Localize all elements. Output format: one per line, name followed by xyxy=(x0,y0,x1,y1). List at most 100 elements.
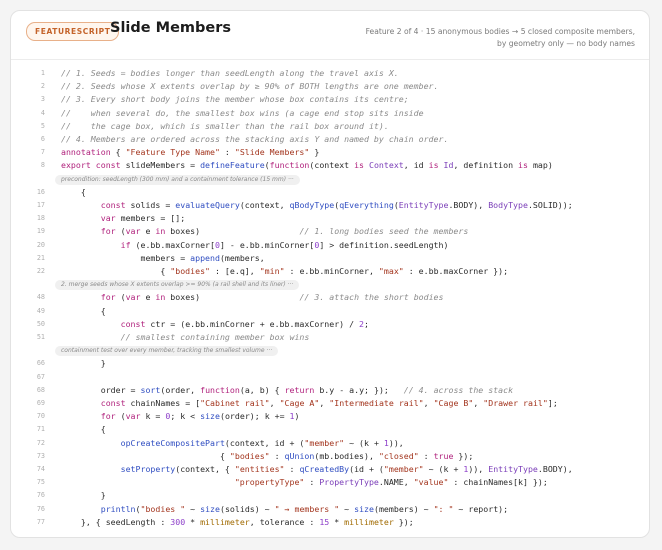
summary-line: by geometry only — no body names xyxy=(497,39,635,48)
code-line: 51 // smallest containing member box win… xyxy=(11,331,649,344)
folded-region[interactable]: 2. merge seeds whose X extents overlap >… xyxy=(11,278,649,291)
line-number: 71 xyxy=(36,425,45,434)
code-line: 5 // the cage box, which is smaller than … xyxy=(11,120,649,133)
code-line: 70 for (var k = 0; k < size(order); k +=… xyxy=(11,410,649,423)
code-text: } xyxy=(61,358,106,369)
folded-region[interactable]: precondition: seedLength (300 mm) and a … xyxy=(11,173,649,186)
line-number: 69 xyxy=(36,399,45,407)
code-text: var members = []; xyxy=(100,213,186,224)
code-text: { xyxy=(61,186,86,197)
line-number: 1 xyxy=(40,69,45,77)
code-line: 76 } xyxy=(11,489,649,502)
code-text: // 3. Every short body joins the member … xyxy=(61,94,409,105)
code-text: // 1. Seeds = bodies longer than seedLen… xyxy=(61,68,399,78)
code-text: // smallest containing member box wins xyxy=(120,332,310,342)
code-text: members = append(members, xyxy=(61,252,265,263)
code-line: 4 // when several do, the smallest box wi… xyxy=(11,107,649,120)
feature-card: FEATURESCRIPT Slide Members Feature 2 of… xyxy=(10,10,650,538)
language-badge: FEATURESCRIPT xyxy=(26,22,120,41)
line-number: 6 xyxy=(40,135,45,143)
code-text: for (var e in boxes) // 1. long bodies s… xyxy=(100,226,469,237)
code-text: { xyxy=(61,305,106,316)
code-text: export const slideMembers = defineFeatur… xyxy=(61,160,553,171)
code-line: 76 println("bodies " ~ size(solids) ~ " … xyxy=(11,503,649,516)
code-line: 6 // 4. Members are ordered across the st… xyxy=(11,133,649,146)
code-line: 7 annotation { "Feature Type Name" : "Sli… xyxy=(11,146,649,159)
code-line: 71 { xyxy=(11,423,649,436)
code-line: 1 // 1. Seeds = bodies longer than seedLe… xyxy=(11,67,649,80)
code-line: 75 "propertyType" : PropertyType.NAME, "… xyxy=(11,476,649,489)
code-line: 22 { "bodies" : [e.q], "min" : e.bb.minC… xyxy=(11,265,649,278)
line-number: 66 xyxy=(36,359,45,368)
code-text: const ctr = (e.bb.minCorner + e.bb.maxCo… xyxy=(120,318,369,329)
line-number: 19 xyxy=(36,227,45,236)
code-line: 74 setProperty(context, { "entities" : q… xyxy=(11,463,649,476)
line-number: 49 xyxy=(36,306,45,315)
fold-summary[interactable]: 2. merge seeds whose X extents overlap >… xyxy=(55,280,300,291)
code-line: 3 // 3. Every short body joins the member… xyxy=(11,93,649,106)
code-line: 21 members = append(members, xyxy=(11,252,649,265)
code-line: 20 if (e.bb.maxCorner[0] - e.bb.minCorne… xyxy=(11,239,649,252)
line-number: 76 xyxy=(36,491,45,500)
code-line: 18 var members = []; xyxy=(11,212,649,225)
code-text: const solids = evaluateQuery(context, qB… xyxy=(100,200,573,210)
code-text: { "bodies" : qUnion(mb.bodies), "closed"… xyxy=(61,450,474,461)
code-text: // when several do, the smallest box win… xyxy=(61,107,424,118)
code-text: // the cage box, which is smaller than t… xyxy=(61,120,389,131)
line-number: 7 xyxy=(40,148,45,157)
code-text: }, { seedLength : 300 * millimeter, tole… xyxy=(61,516,414,527)
code-line: 50 const ctr = (e.bb.minCorner + e.bb.ma… xyxy=(11,318,649,331)
line-number: 76 xyxy=(36,504,45,513)
code-text: setProperty(context, { "entities" : qCre… xyxy=(120,464,573,474)
fold-summary[interactable]: containment test over every member, trac… xyxy=(55,346,279,357)
line-number: 17 xyxy=(36,201,45,209)
code-line: 73 { "bodies" : qUnion(mb.bodies), "clos… xyxy=(11,450,649,463)
line-number: 3 xyxy=(40,95,45,104)
line-number: 20 xyxy=(36,240,45,249)
code-line: 77 }, { seedLength : 300 * millimeter, t… xyxy=(11,516,649,529)
code-line: 16 { xyxy=(11,186,649,199)
line-number: 77 xyxy=(36,517,45,526)
code-line: 66 } xyxy=(11,357,649,370)
line-number: 22 xyxy=(36,267,45,275)
line-number: 48 xyxy=(36,293,45,302)
line-number: 8 xyxy=(40,161,45,170)
line-number: 70 xyxy=(36,412,45,421)
code-line: 69 const chainNames = ["Cabinet rail", "… xyxy=(11,397,649,410)
code-line: 2 // 2. Seeds whose X extents overlap by … xyxy=(11,80,649,93)
fold-summary[interactable]: precondition: seedLength (300 mm) and a … xyxy=(55,174,300,185)
folded-region[interactable]: containment test over every member, trac… xyxy=(11,344,649,357)
card-header: FEATURESCRIPT Slide Members Feature 2 of… xyxy=(11,11,649,60)
code-text: // 4. Members are ordered across the sta… xyxy=(61,134,449,144)
code-text: for (var k = 0; k < size(order); k += 1) xyxy=(100,411,300,422)
code-text: for (var e in boxes) // 3. attach the sh… xyxy=(100,292,444,303)
line-number: 5 xyxy=(40,121,45,130)
line-number: 50 xyxy=(36,319,45,328)
code-line: 72 opCreateCompositePart(context, id + (… xyxy=(11,437,649,450)
line-number: 73 xyxy=(36,451,45,460)
line-number: 67 xyxy=(36,372,45,381)
line-number: 21 xyxy=(36,253,45,262)
line-number: 4 xyxy=(40,108,45,117)
code-text: if (e.bb.maxCorner[0] - e.bb.minCorner[0… xyxy=(120,239,449,250)
feature-title: Slide Members xyxy=(110,20,232,36)
code-text: opCreateCompositePart(context, id + ("me… xyxy=(120,437,404,448)
code-text: { "bodies" : [e.q], "min" : e.bb.minCorn… xyxy=(61,266,509,276)
line-number: 51 xyxy=(36,333,45,341)
line-number: 68 xyxy=(36,385,45,394)
line-number: 18 xyxy=(36,214,45,223)
line-number: 72 xyxy=(36,438,45,447)
line-number: 2 xyxy=(40,82,45,91)
code-line: 67 xyxy=(11,371,649,384)
code-text: { xyxy=(61,424,106,435)
code-text: // 2. Seeds whose X extents overlap by ≥… xyxy=(61,81,439,92)
code-text: println("bodies " ~ size(solids) ~ " → m… xyxy=(100,503,509,514)
line-number: 16 xyxy=(36,187,45,196)
code-line: 49 { xyxy=(11,305,649,318)
feature-summary: Feature 2 of 4 · 15 anonymous bodies → 5… xyxy=(335,26,635,50)
code-text: } xyxy=(61,490,106,501)
code-line: 17 const solids = evaluateQuery(context,… xyxy=(11,199,649,212)
code-line: 68 order = sort(order, function(a, b) { … xyxy=(11,384,649,397)
code-text: const chainNames = ["Cabinet rail", "Cag… xyxy=(100,398,558,408)
code-text: order = sort(order, function(a, b) { ret… xyxy=(61,384,514,395)
